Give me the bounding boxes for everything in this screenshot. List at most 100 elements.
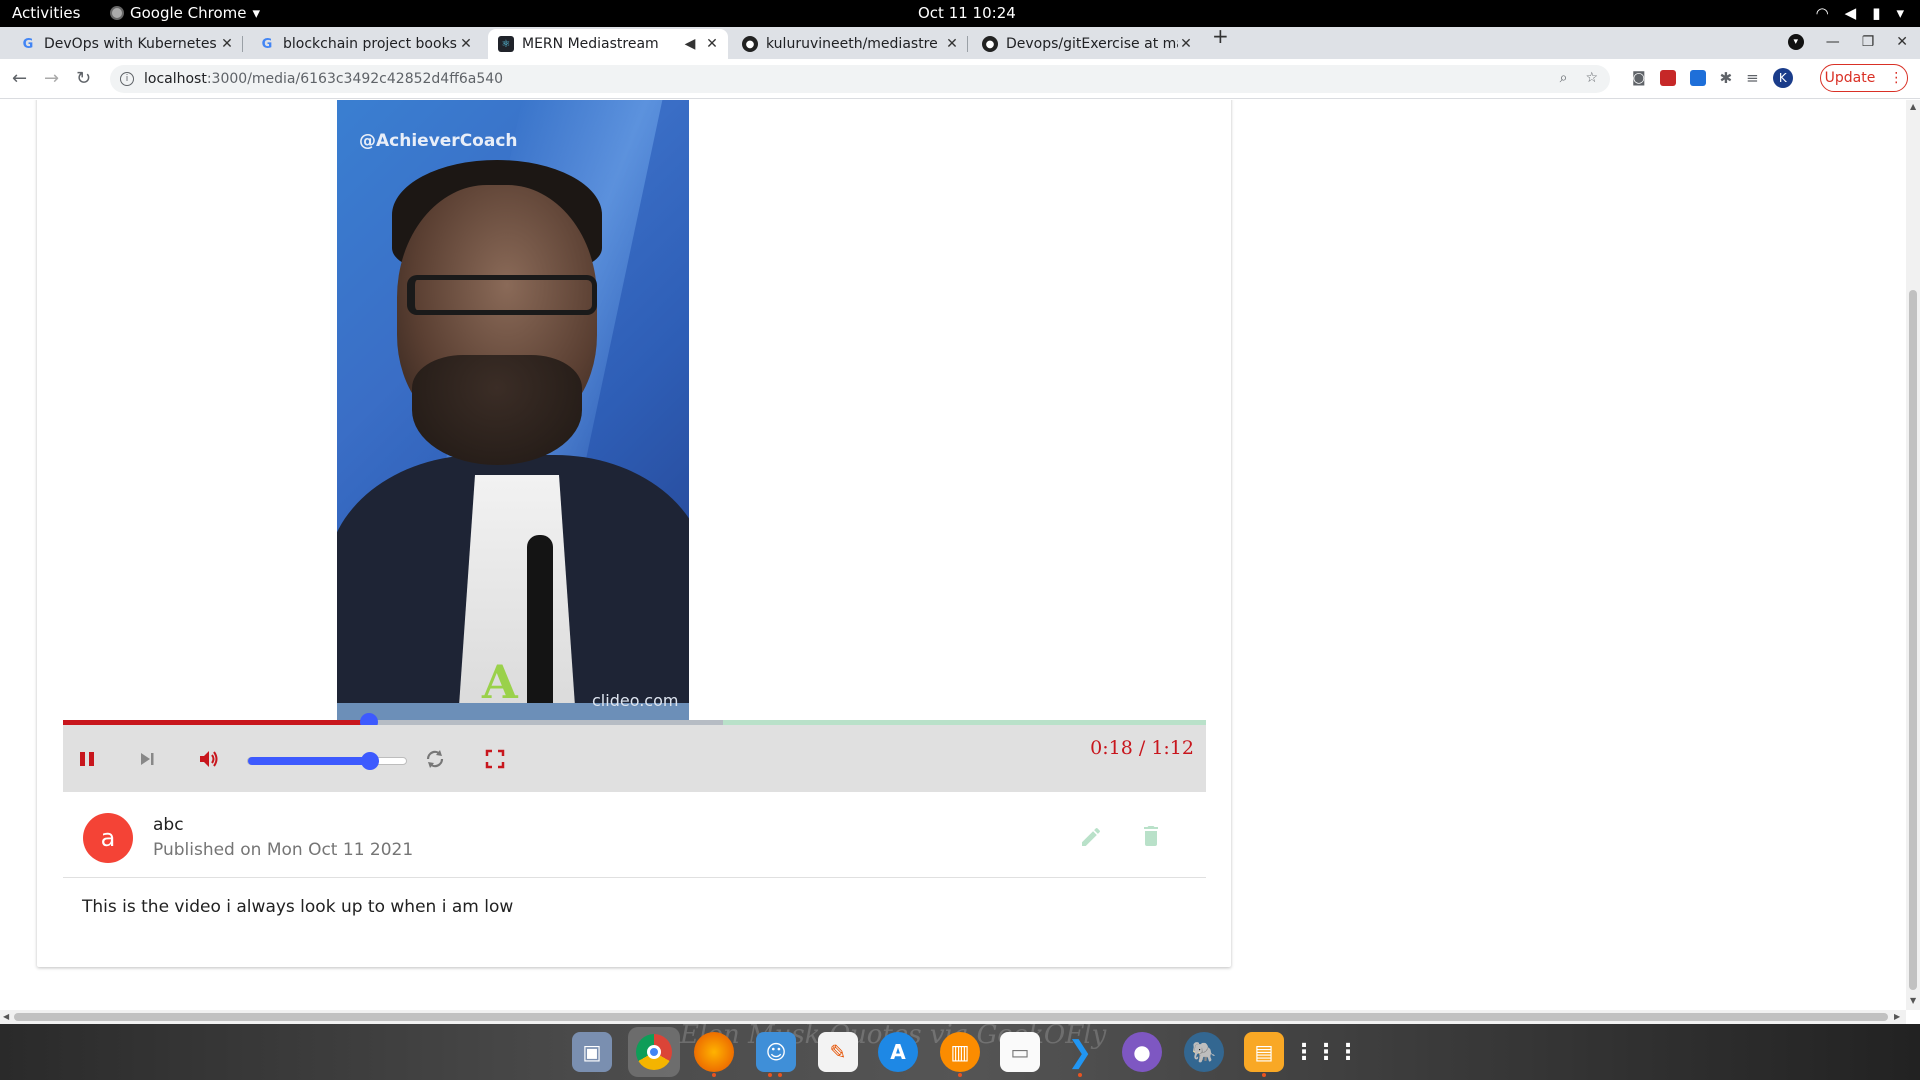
forward-arrow-icon[interactable]: → [44,68,59,89]
activities-button[interactable]: Activities [12,4,80,22]
extension-blue-icon[interactable] [1689,70,1706,86]
time-readout: 0:18 / 1:12 [1090,737,1194,759]
scroll-up-arrow-icon[interactable]: ▲ [1910,102,1916,111]
app-store-icon[interactable]: A [878,1032,918,1072]
new-tab-button[interactable]: + [1212,24,1229,48]
books-icon[interactable]: ▥ [940,1032,980,1077]
author-avatar: a [83,813,133,863]
tab-title: DevOps with Kubernetes [44,36,217,52]
tab-search-icon[interactable]: ▾ [1787,34,1804,50]
terminal-icon[interactable]: ▣ [572,1032,612,1072]
clideo-watermark: clideo.com [592,691,679,710]
scroll-left-arrow-icon[interactable]: ◀ [3,1012,9,1021]
archive-icon[interactable]: ▤ [1244,1032,1284,1077]
text-editor-icon[interactable]: ✎ [818,1032,858,1072]
window-controls: ▾ — ❐ ✕ [1787,34,1908,50]
skip-next-button[interactable] [135,747,159,771]
firefox-icon[interactable] [694,1032,734,1077]
minimize-button[interactable]: — [1826,34,1840,50]
media-author-row: a abc Published on Mon Oct 11 2021 [63,792,1206,878]
google-icon: G [261,36,273,52]
more-vert-icon: ⋮ [1889,70,1904,86]
fullscreen-button[interactable] [483,747,507,771]
app-grid-icon[interactable]: ⋮⋮⋮ [1293,1032,1359,1072]
delete-icon[interactable] [1139,823,1163,853]
tab-title: blockchain project books [283,36,457,52]
tab-title: Devops/gitExercise at ma [1006,36,1178,52]
close-icon[interactable]: ✕ [219,36,235,52]
media-card: @AchieverCoach A clideo.com 0:18 / 1:12 … [37,100,1231,967]
tab-mern-mediastream[interactable]: ⚛ MERN Mediastream ◀ ✕ [488,29,728,59]
vscode-icon[interactable]: ❯ [1060,1032,1100,1077]
tab-github-gitexercise[interactable]: ● Devops/gitExercise at ma ✕ [972,29,1202,59]
audio-playing-icon[interactable]: ◀ [682,36,698,52]
fullscreen-icon [485,749,505,769]
volume-slider[interactable] [247,752,407,770]
profile-avatar[interactable]: K [1772,68,1793,88]
system-top-bar: Activities Google Chrome ▾ Oct 11 10:24 … [0,0,1920,27]
google-icon: G [22,36,34,52]
back-arrow-icon[interactable]: ← [12,68,27,89]
video-microphone [527,535,553,715]
address-bar[interactable]: i localhost:3000/media/6163c3492c42852d4… [110,65,1610,93]
reading-list-icon[interactable]: ≡ [1746,69,1759,87]
close-icon[interactable]: ✕ [1178,36,1194,52]
player-controls: 0:18 / 1:12 [63,725,1206,792]
tab-title: MERN Mediastream [522,36,659,52]
app-menu[interactable]: Google Chrome ▾ [110,4,260,22]
restore-button[interactable]: ❐ [1862,34,1875,50]
bookmark-star-icon[interactable]: ☆ [1585,70,1598,86]
chrome-icon [110,6,124,20]
volume-button[interactable] [197,747,221,771]
reload-icon[interactable]: ↻ [76,68,91,89]
clock[interactable]: Oct 11 10:24 [918,4,1016,22]
loop-icon [426,750,444,768]
puzzle-icon[interactable]: ✱ [1720,69,1733,87]
dock: Elon Musk Quotes via GeekOFly ▣ ☺ ✎ A ▥ … [0,1020,1920,1080]
close-icon[interactable]: ✕ [458,36,474,52]
chevron-down-icon: ▾ [252,4,261,22]
volume-up-icon [200,751,218,767]
system-tray[interactable]: ◠ ◀ ▮ ▾ [1816,4,1904,22]
scroll-right-arrow-icon[interactable]: ▶ [1894,1012,1900,1021]
pause-button[interactable] [75,747,99,771]
edit-icon[interactable] [1079,825,1103,853]
chrome-icon[interactable] [628,1027,680,1077]
close-window-button[interactable]: ✕ [1896,34,1908,50]
media-description: This is the video i always look up to wh… [82,897,514,917]
camera-icon[interactable]: ◙ [1632,70,1646,86]
video-glasses [407,275,597,315]
video-player[interactable]: @AchieverCoach A clideo.com [337,100,689,720]
close-icon[interactable]: ✕ [704,36,720,52]
browser-toolbar: ← → ↻ i localhost:3000/media/6163c3492c4… [0,59,1920,99]
github-desktop-icon[interactable]: ● [1122,1032,1162,1072]
extension-red-icon[interactable] [1659,70,1676,86]
update-button[interactable]: Update ⋮ [1820,64,1908,92]
publish-date: Published on Mon Oct 11 2021 [153,840,414,860]
volume-thumb[interactable] [360,752,379,770]
url-path: :3000/media/6163c3492c42852d4ff6a540 [206,71,504,87]
tab-strip: G DevOps with Kubernetes ✕ G blockchain … [0,24,1920,59]
loop-button[interactable] [423,747,447,771]
ac-logo-icon: A [482,655,518,709]
omnibox-actions: ⌕ ☆ [1560,70,1598,86]
close-icon[interactable]: ✕ [944,36,960,52]
page-viewport: @AchieverCoach A clideo.com 0:18 / 1:12 … [0,100,1906,1010]
tab-devops-kubernetes[interactable]: G DevOps with Kubernetes ✕ [10,29,243,59]
tab-github-mediastream[interactable]: ● kuluruvineeth/mediastre ✕ [732,29,968,59]
skip-next-icon [141,753,154,765]
postgres-icon[interactable]: 🐘 [1184,1032,1224,1072]
battery-icon: ▮ [1872,4,1881,22]
notes-icon[interactable]: ▭ [1000,1032,1040,1072]
vertical-scrollbar[interactable]: ▲ ▼ [1906,100,1920,1010]
vertical-scroll-thumb[interactable] [1909,290,1917,990]
scroll-down-arrow-icon[interactable]: ▼ [1910,996,1916,1005]
info-icon[interactable]: i [120,72,134,86]
react-icon: ⚛ [498,36,514,52]
github-icon: ● [742,36,758,52]
tab-blockchain-books[interactable]: G blockchain project books ✕ [249,29,482,59]
extensions-area: ◙ ✱ ≡ K [1632,68,1793,88]
zoom-icon[interactable]: ⌕ [1560,70,1568,86]
volume-fill [248,757,370,765]
files-icon[interactable]: ☺ [756,1032,796,1077]
